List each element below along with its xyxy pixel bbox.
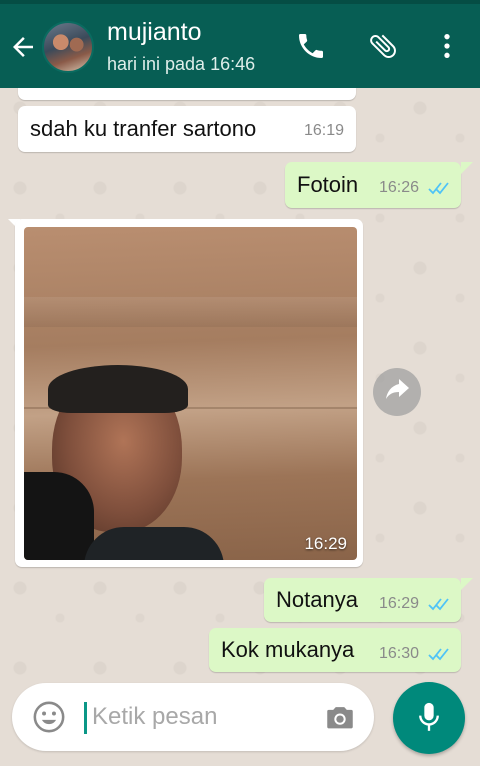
bubble-tail — [461, 162, 473, 174]
message-time: 16:30 — [379, 645, 420, 662]
arrow-back-icon[interactable] — [8, 32, 38, 62]
message-text: Kok mukanya — [221, 637, 355, 662]
message-photo[interactable]: 16:29 — [24, 227, 357, 560]
image-message-bubble[interactable]: 16:29 — [15, 219, 363, 567]
camera-icon[interactable] — [322, 700, 358, 734]
last-seen: hari ini pada 16:46 — [107, 54, 256, 74]
message-time: 16:26 — [379, 179, 420, 196]
message-bubble-incoming[interactable]: sdah ku tranfer sartono 16:19 — [18, 106, 356, 152]
message-text: Fotoin — [297, 172, 359, 197]
message-input[interactable] — [92, 697, 312, 737]
message-composer — [12, 683, 374, 751]
message-bubble-outgoing[interactable]: Fotoin 16:26 — [285, 162, 461, 208]
more-vert-icon[interactable] — [431, 30, 463, 62]
phone-icon[interactable] — [295, 30, 327, 62]
message-time: 16:29 — [379, 595, 420, 612]
message-text: Notanya — [276, 587, 358, 612]
photo-shadow — [24, 472, 94, 560]
contact-name[interactable]: mujianto — [107, 18, 202, 47]
photo-shirt — [84, 527, 224, 560]
message-list[interactable]: sdah ku tranfer sartono 16:19 Fotoin 16:… — [0, 88, 480, 678]
chat-header: mujianto hari ini pada 16:46 — [0, 4, 480, 88]
emoji-icon[interactable] — [32, 700, 66, 734]
message-bubble-outgoing[interactable]: Kok mukanya 16:30 — [209, 628, 461, 672]
forward-icon — [386, 379, 409, 399]
mic-icon — [419, 702, 439, 731]
read-ticks-icon — [428, 598, 449, 611]
read-ticks-icon — [428, 648, 449, 661]
message-bubble-partial — [18, 88, 356, 100]
read-ticks-icon — [428, 182, 449, 195]
photo-wood-texture — [24, 297, 357, 327]
avatar[interactable] — [42, 21, 94, 73]
message-time: 16:29 — [304, 534, 347, 553]
forward-button[interactable] — [373, 368, 421, 416]
photo-hair — [48, 365, 188, 413]
text-cursor — [84, 702, 87, 734]
bubble-tail — [461, 578, 473, 590]
message-text: sdah ku tranfer sartono — [30, 116, 257, 141]
mic-button[interactable] — [393, 682, 465, 754]
message-bubble-outgoing[interactable]: Notanya 16:29 — [264, 578, 461, 622]
paperclip-icon[interactable] — [367, 30, 399, 62]
message-time: 16:19 — [304, 122, 345, 139]
